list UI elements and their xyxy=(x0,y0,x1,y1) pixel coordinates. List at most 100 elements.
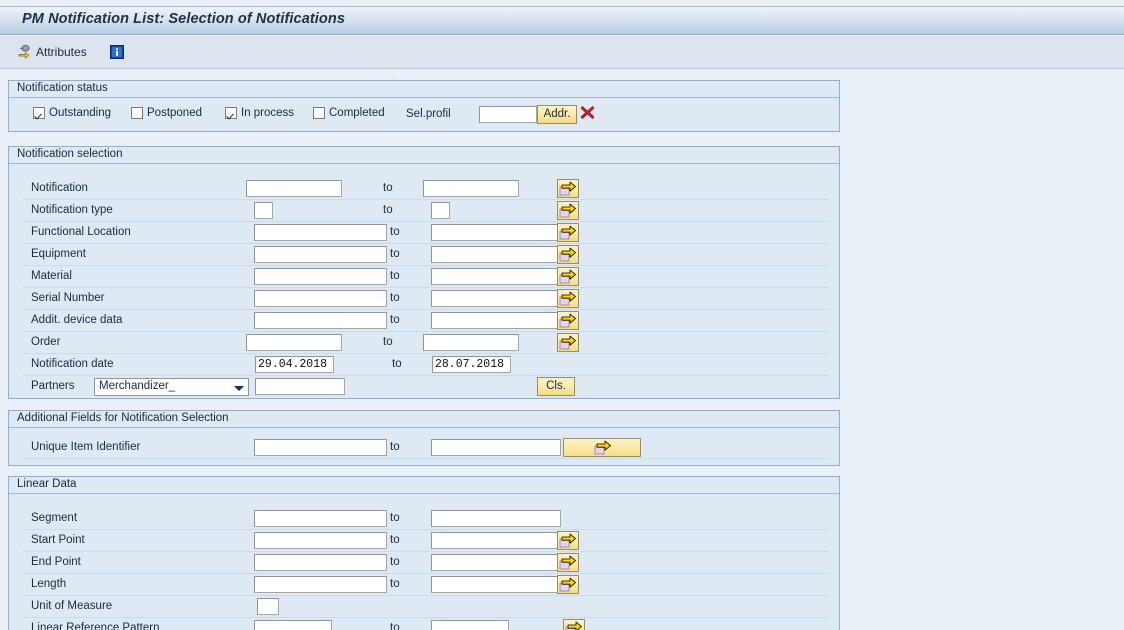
notification-type-to-input[interactable] xyxy=(431,202,450,219)
segment-to-input[interactable] xyxy=(431,510,561,527)
start-point-to-input[interactable] xyxy=(431,532,561,549)
field-label: Functional Location xyxy=(31,226,131,238)
linear-reference-pattern-from-input[interactable] xyxy=(254,620,332,630)
addit-device-data-from-input[interactable] xyxy=(254,312,387,329)
multiple-selection-button[interactable] xyxy=(557,179,579,198)
checkbox-box[interactable] xyxy=(33,107,45,119)
addit-device-data-to-input[interactable] xyxy=(431,312,561,329)
application-toolbar: Attributes © www.tutorialkart.com xyxy=(0,36,1124,98)
sel-profil-input[interactable] xyxy=(479,106,537,123)
info-button[interactable] xyxy=(110,41,124,63)
multiple-selection-button[interactable] xyxy=(557,311,579,330)
field-row-notification-date: Notification date 29.04.2018 to 28.07.20… xyxy=(9,354,839,376)
equipment-to-input[interactable] xyxy=(431,246,561,263)
checkbox-box[interactable] xyxy=(225,107,237,119)
field-row-serial-number: Serial Number to xyxy=(9,288,839,310)
to-label: to xyxy=(390,441,400,453)
delete-red-x-icon[interactable] xyxy=(580,105,595,120)
serial-number-from-input[interactable] xyxy=(254,290,387,307)
panel-notification-status: Notification status Outstanding Postpone… xyxy=(8,80,840,132)
length-from-input[interactable] xyxy=(254,576,387,593)
field-row-length: Length to xyxy=(9,574,839,596)
sel-profil-label: Sel.profil xyxy=(406,108,451,120)
field-label: Start Point xyxy=(31,534,85,546)
field-label: Linear Reference Pattern xyxy=(31,622,160,630)
end-point-from-input[interactable] xyxy=(254,554,387,571)
checkbox-postponed[interactable]: Postponed xyxy=(131,107,202,119)
end-point-to-input[interactable] xyxy=(431,554,561,571)
partners-select[interactable]: Merchandizer_ xyxy=(94,378,249,396)
checkbox-completed[interactable]: Completed xyxy=(313,107,385,119)
checkbox-in-process[interactable]: In process xyxy=(225,107,294,119)
field-label: Equipment xyxy=(31,248,86,260)
panel-body-additional-fields: Unique Item Identifier to xyxy=(9,428,839,465)
field-row-partners: Partners Merchandizer_ Cls. xyxy=(9,376,839,398)
cls-button[interactable]: Cls. xyxy=(537,377,575,396)
to-label: to xyxy=(383,204,393,216)
panel-title: Notification selection xyxy=(17,148,123,160)
field-label: Material xyxy=(31,270,72,282)
to-label: to xyxy=(390,226,400,238)
checkbox-outstanding[interactable]: Outstanding xyxy=(33,107,111,119)
to-label: to xyxy=(383,336,393,348)
equipment-from-input[interactable] xyxy=(254,246,387,263)
panel-body-notification-status: Outstanding Postponed In process Complet… xyxy=(9,98,839,131)
material-from-input[interactable] xyxy=(254,268,387,285)
checkbox-label: Outstanding xyxy=(49,107,112,119)
serial-number-to-input[interactable] xyxy=(431,290,561,307)
multiple-selection-button[interactable] xyxy=(557,575,579,594)
multiple-selection-button[interactable] xyxy=(557,553,579,572)
to-label: to xyxy=(392,358,402,370)
notification-date-to-input[interactable]: 28.07.2018 xyxy=(432,356,511,373)
panel-notification-selection: Notification selection Notification to N… xyxy=(8,146,840,399)
order-from-input[interactable] xyxy=(246,334,342,351)
chevron-down-icon[interactable] xyxy=(234,386,244,391)
multiple-selection-button[interactable] xyxy=(557,333,579,352)
multiple-selection-button[interactable] xyxy=(557,267,579,286)
linear-reference-pattern-to-input[interactable] xyxy=(431,620,509,630)
panel-header-notification-status: Notification status xyxy=(9,81,839,98)
order-to-input[interactable] xyxy=(423,334,519,351)
multiple-selection-button[interactable] xyxy=(563,619,585,630)
to-label: to xyxy=(390,556,400,568)
field-row-linear-reference-pattern: Linear Reference Pattern to xyxy=(9,618,839,630)
start-point-from-input[interactable] xyxy=(254,532,387,549)
multiple-selection-button[interactable] xyxy=(557,289,579,308)
multiple-selection-button[interactable] xyxy=(557,223,579,242)
partners-value-input[interactable] xyxy=(255,378,345,395)
notification-date-from-input[interactable]: 29.04.2018 xyxy=(255,356,334,373)
field-row-notification: Notification to xyxy=(9,178,839,200)
window-title-bar: PM Notification List: Selection of Notif… xyxy=(0,6,1124,35)
multiple-selection-button[interactable] xyxy=(557,531,579,550)
panel-header-additional-fields: Additional Fields for Notification Selec… xyxy=(9,411,839,428)
length-to-input[interactable] xyxy=(431,576,561,593)
segment-from-input[interactable] xyxy=(254,510,387,527)
unique-item-identifier-from-input[interactable] xyxy=(254,439,387,456)
attributes-button[interactable]: Attributes xyxy=(16,41,87,63)
multiple-selection-button[interactable] xyxy=(557,201,579,220)
panel-title: Additional Fields for Notification Selec… xyxy=(17,412,229,424)
unit-of-measure-input[interactable] xyxy=(257,598,279,615)
notification-type-from-input[interactable] xyxy=(254,202,273,219)
notification-from-input[interactable] xyxy=(246,180,342,197)
checkbox-box[interactable] xyxy=(313,107,325,119)
panel-body-linear-data: Segment to Start Point to End Point to L… xyxy=(9,494,839,630)
page-title: PM Notification List: Selection of Notif… xyxy=(22,11,345,27)
material-to-input[interactable] xyxy=(431,268,561,285)
field-row-start-point: Start Point to xyxy=(9,530,839,552)
field-label: Notification date xyxy=(31,358,114,370)
multiple-selection-button[interactable] xyxy=(557,245,579,264)
partners-label: Partners xyxy=(31,380,75,392)
info-icon xyxy=(110,45,124,59)
unique-item-identifier-to-input[interactable] xyxy=(431,439,561,456)
checkbox-label: Postponed xyxy=(147,107,202,119)
notification-to-input[interactable] xyxy=(423,180,519,197)
field-row-addit-device-data: Addit. device data to xyxy=(9,310,839,332)
functional-location-from-input[interactable] xyxy=(254,224,387,241)
to-label: to xyxy=(390,292,400,304)
to-label: to xyxy=(390,622,400,630)
checkbox-box[interactable] xyxy=(131,107,143,119)
multiple-selection-button[interactable] xyxy=(563,438,641,457)
addr-button[interactable]: Addr. xyxy=(537,105,577,124)
functional-location-to-input[interactable] xyxy=(431,224,561,241)
